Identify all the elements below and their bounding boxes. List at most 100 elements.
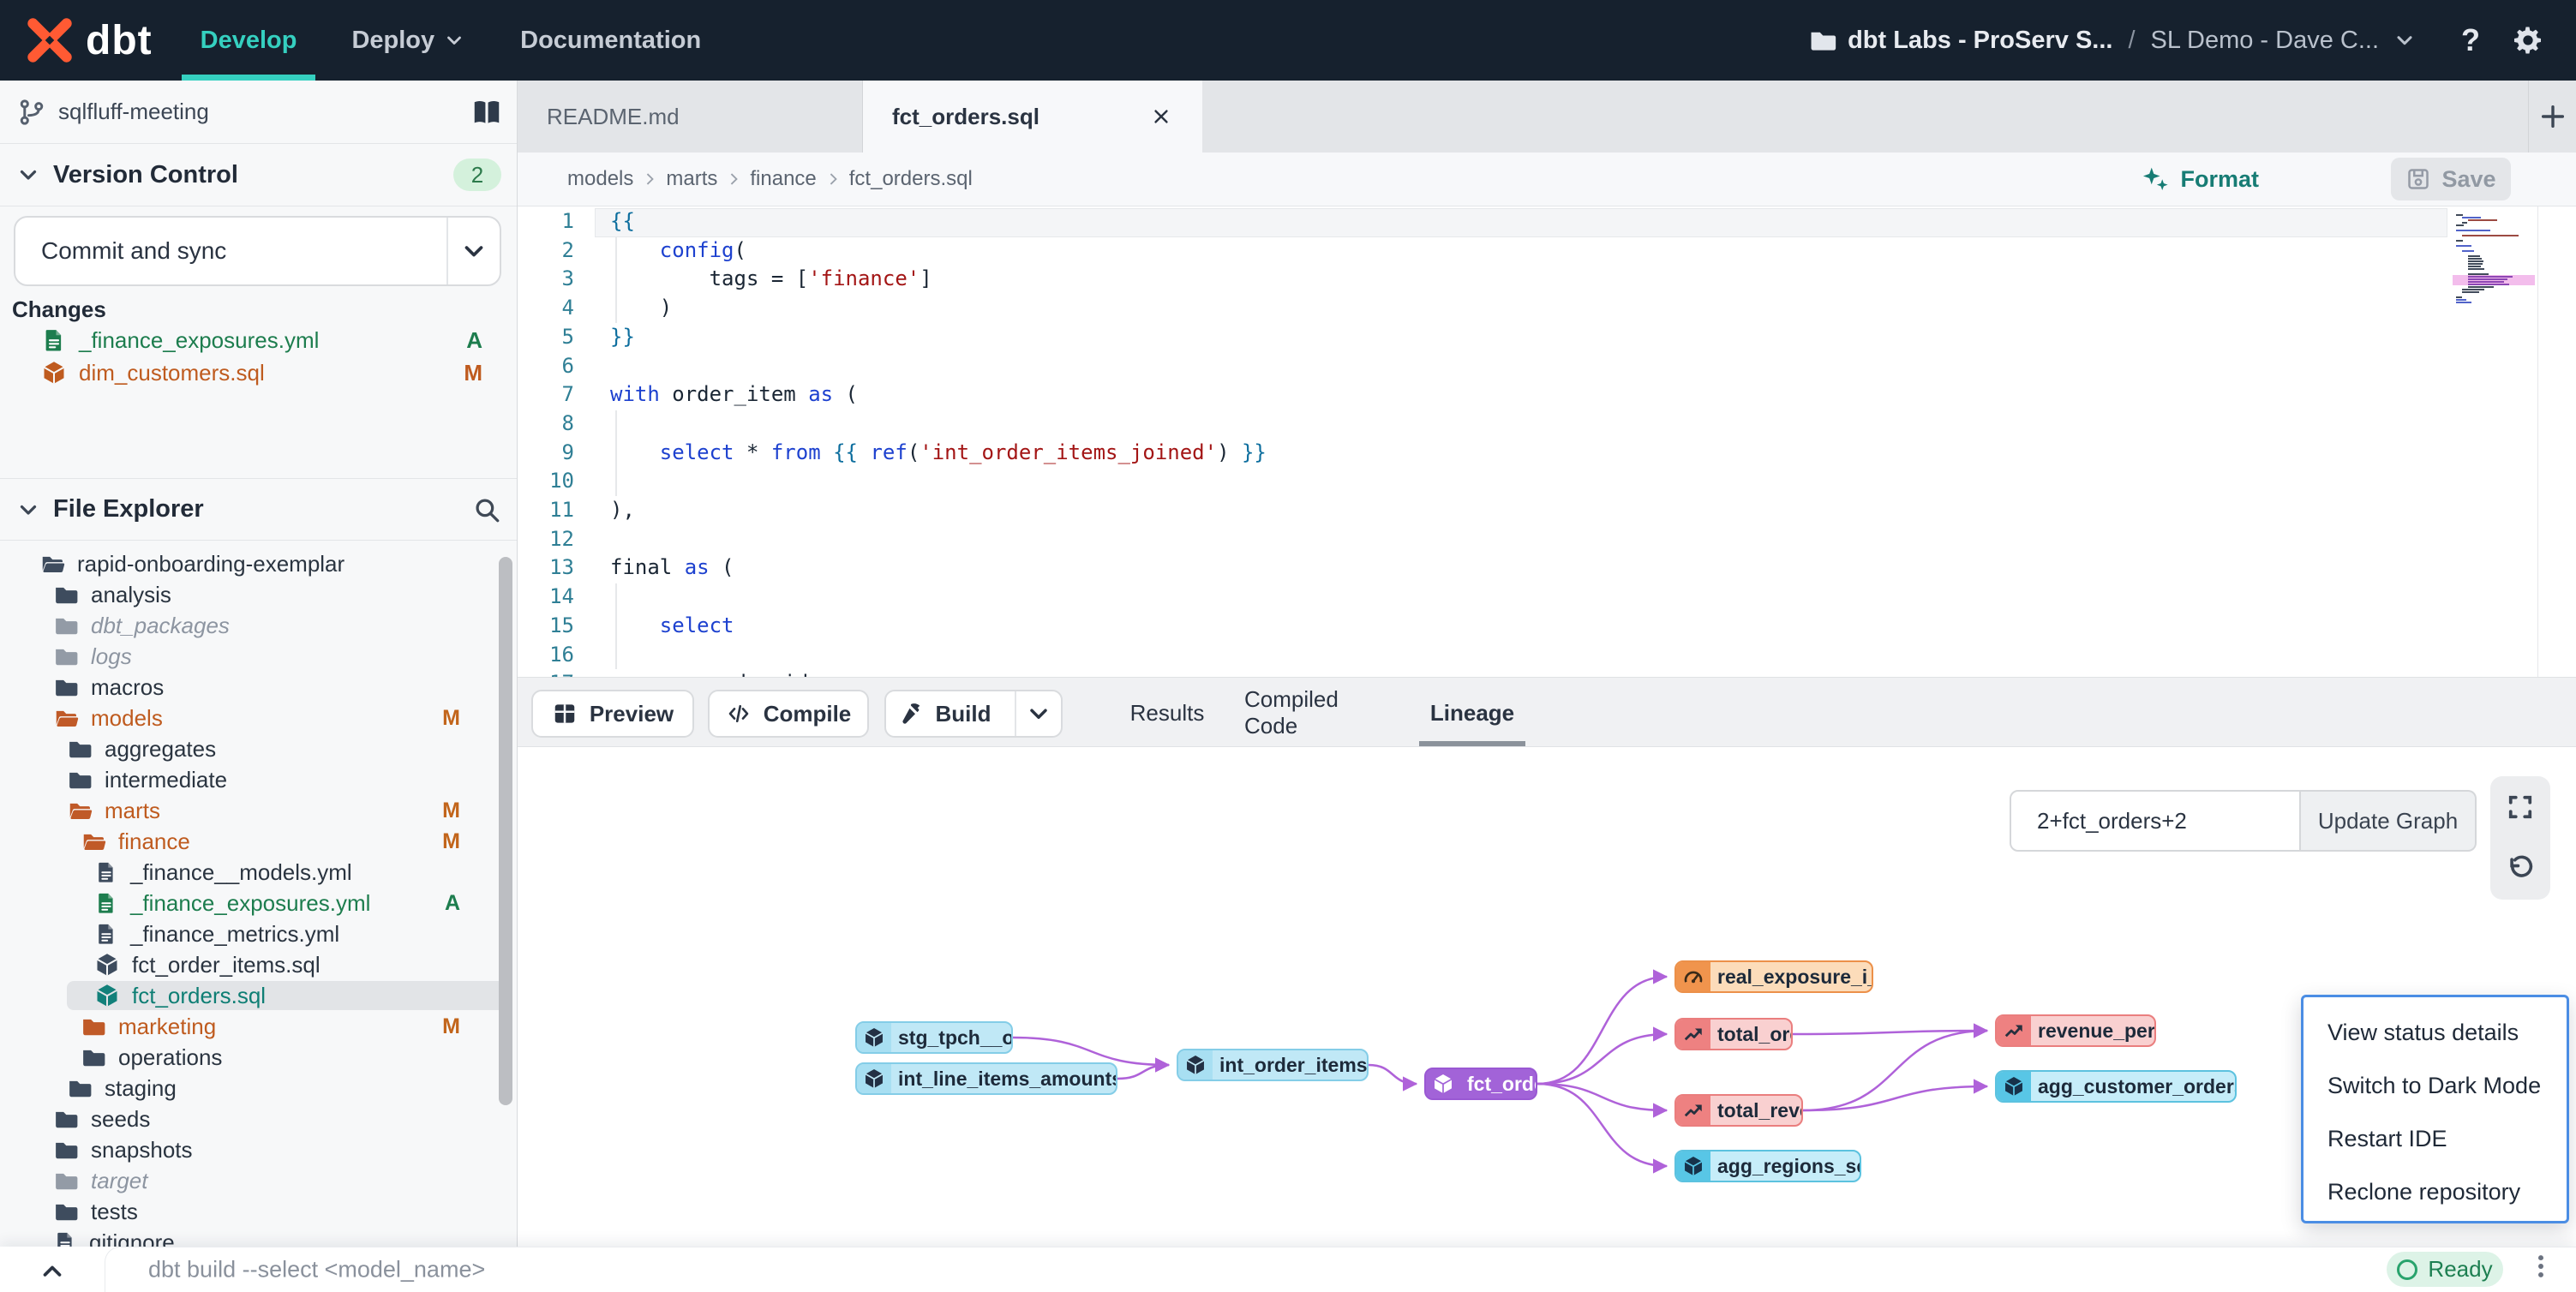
change-item[interactable]: _finance_exposures.ymlA [0, 324, 517, 356]
editor-tab-bar: README.md fct_orders.sql [518, 81, 2576, 153]
line-number: 11 [518, 498, 574, 522]
tree-item-marketing[interactable]: marketingM [0, 1011, 517, 1042]
file-tree-scrollbar[interactable] [499, 557, 512, 1105]
tree-item-operations[interactable]: operations [0, 1042, 517, 1073]
dbt-logo[interactable]: dbt [26, 16, 153, 64]
code-line-13: final as ( [610, 555, 734, 579]
panel-tab-compiled-code[interactable]: Compiled Code [1244, 678, 1387, 748]
tree-item-rapid-onboarding-exemplar[interactable]: rapid-onboarding-exemplar [0, 548, 517, 579]
tree-item-target[interactable]: target [0, 1165, 517, 1196]
breadcrumb-item[interactable]: fct_orders.sql [849, 167, 973, 191]
new-tab-button[interactable] [2528, 81, 2576, 153]
tree-item--finance-metrics-yml[interactable]: _finance_metrics.yml [0, 918, 517, 949]
ready-label: Ready [2428, 1256, 2492, 1283]
lineage-node-int_order_items_joined[interactable]: int_order_items_joined [1177, 1049, 1369, 1081]
settings-gear-icon[interactable] [2511, 23, 2545, 57]
git-status-badge: A [466, 327, 482, 354]
tree-item-label: operations [118, 1044, 222, 1071]
help-button[interactable]: ? [2461, 22, 2480, 58]
tree-item-analysis[interactable]: analysis [0, 579, 517, 610]
line-number: 5 [518, 325, 574, 349]
account-name[interactable]: dbt Labs - ProServ S... [1848, 27, 2112, 55]
panel-tab-lineage[interactable]: Lineage [1424, 678, 1520, 748]
lineage-node-agg_regions_segments[interactable]: agg_regions_segments [1674, 1150, 1861, 1182]
lineage-selector-input[interactable] [2010, 790, 2301, 852]
status-badge: Ready [2387, 1252, 2503, 1287]
model-file-icon [41, 360, 67, 386]
code-line-5: }} [610, 325, 635, 349]
save-button[interactable]: Save [2391, 158, 2511, 200]
tree-item-seeds[interactable]: seeds [0, 1104, 517, 1134]
nav-item-deploy[interactable]: Deploy [351, 0, 465, 81]
breadcrumb-item[interactable]: models [567, 167, 633, 191]
tree-item-label: models [91, 705, 163, 732]
tree-item-logs[interactable]: logs [0, 641, 517, 672]
breadcrumb-item[interactable]: marts [666, 167, 717, 191]
tree-item-dbt-packages[interactable]: dbt_packages [0, 610, 517, 641]
lineage-node-label: agg_regions_segments [1710, 1155, 1861, 1178]
menu-item-restart-ide[interactable]: Restart IDE [2303, 1112, 2567, 1165]
tree-item--finance-models-yml[interactable]: _finance__models.yml [0, 857, 517, 888]
tree-item-marts[interactable]: martsM [0, 795, 517, 826]
change-item[interactable]: dim_customers.sqlM [0, 356, 517, 389]
tree-item-staging[interactable]: staging [0, 1073, 517, 1104]
tree-item-aggregates[interactable]: aggregates [0, 733, 517, 764]
tab-fct-orders[interactable]: fct_orders.sql [863, 81, 1202, 153]
line-number: 16 [518, 643, 574, 667]
tree-item-finance[interactable]: financeM [0, 826, 517, 857]
nav-item-develop[interactable]: Develop [201, 0, 297, 81]
format-button[interactable]: Format [2141, 164, 2259, 194]
lineage-node-revenue_per_order[interactable]: revenue_per_order [1995, 1014, 2156, 1047]
tree-item-snapshots[interactable]: snapshots [0, 1134, 517, 1165]
search-icon[interactable] [472, 495, 501, 524]
chevron-up-icon[interactable] [38, 1257, 67, 1286]
folder-icon [53, 582, 79, 607]
tree-item-models[interactable]: modelsM [0, 703, 517, 733]
tree-item-tests[interactable]: tests [0, 1196, 517, 1227]
lineage-canvas[interactable]: stg_tpch__orders int_line_items_amounts_c… [518, 747, 2576, 1247]
docs-book-icon[interactable] [470, 96, 503, 129]
code-editor[interactable]: 1234567891011121314151617 {{ config( tag… [518, 206, 2576, 677]
lineage-node-fct_orders[interactable]: fct_orders [1424, 1068, 1537, 1100]
tree-item-fct-order-items-sql[interactable]: fct_order_items.sql [0, 949, 517, 980]
code-line-17: order_id, [610, 671, 821, 677]
commit-options-chevron[interactable] [446, 218, 500, 284]
tree-item-fct-orders-sql[interactable]: fct_orders.sql [0, 980, 517, 1011]
breadcrumb-item[interactable]: finance [750, 167, 816, 191]
lineage-node-total_revenue[interactable]: total_revenue [1674, 1094, 1803, 1127]
update-graph-button[interactable]: Update Graph [2301, 790, 2477, 852]
bottom-panel-header: Preview Compile Build ResultsCompiled Co… [518, 677, 2576, 747]
version-control-header[interactable]: Version Control 2 [0, 144, 517, 206]
tab-readme[interactable]: README.md [518, 81, 863, 153]
panel-tab-label: Lineage [1430, 700, 1514, 727]
folder-icon [81, 1044, 106, 1070]
lineage-node-stg_tpch__orders[interactable]: stg_tpch__orders [855, 1021, 1013, 1054]
nav-item-documentation[interactable]: Documentation [520, 0, 701, 81]
menu-item-view-status-details[interactable]: View status details [2303, 1006, 2567, 1059]
lineage-node-agg_customer_orders__all_time[interactable]: agg_customer_orders__all_time [1995, 1070, 2237, 1103]
panel-tab-results[interactable]: Results [1123, 678, 1212, 748]
project-chevron-down-icon[interactable] [2393, 28, 2417, 52]
fullscreen-icon[interactable] [2505, 792, 2536, 822]
editor-divider [2537, 206, 2539, 677]
close-icon[interactable] [1149, 105, 1173, 129]
branch-name[interactable]: sqlfluff-meeting [58, 99, 209, 125]
kebab-menu-icon[interactable] [2526, 1252, 2555, 1281]
commit-and-sync-button[interactable]: Commit and sync [14, 216, 501, 286]
lineage-node-int_line_items_amounts_calculated[interactable]: int_line_items_amounts_calculated [855, 1062, 1117, 1095]
tree-item-macros[interactable]: macros [0, 672, 517, 703]
project-selector[interactable]: SL Demo - Dave C... [2151, 27, 2379, 55]
tree-item--finance-exposures-yml[interactable]: _finance_exposures.ymlA [0, 888, 517, 918]
tree-item-intermediate[interactable]: intermediate [0, 764, 517, 795]
line-number: 4 [518, 296, 574, 320]
menu-item-switch-to-dark-mode[interactable]: Switch to Dark Mode [2303, 1059, 2567, 1112]
editor-minimap[interactable] [2456, 213, 2535, 303]
command-input[interactable]: dbt build --select <model_name> [148, 1257, 485, 1283]
tree-item-gitignore[interactable]: gitignore [0, 1227, 517, 1247]
menu-item-reclone-repository[interactable]: Reclone repository [2303, 1165, 2567, 1218]
reset-view-icon[interactable] [2505, 853, 2536, 884]
lineage-node-label: total_orders [1710, 1023, 1793, 1046]
file-explorer-header[interactable]: File Explorer [0, 478, 517, 541]
lineage-node-real_exposure_i_promise[interactable]: real_exposure_i_promise [1674, 960, 1873, 993]
lineage-node-total_orders[interactable]: total_orders [1674, 1018, 1793, 1050]
